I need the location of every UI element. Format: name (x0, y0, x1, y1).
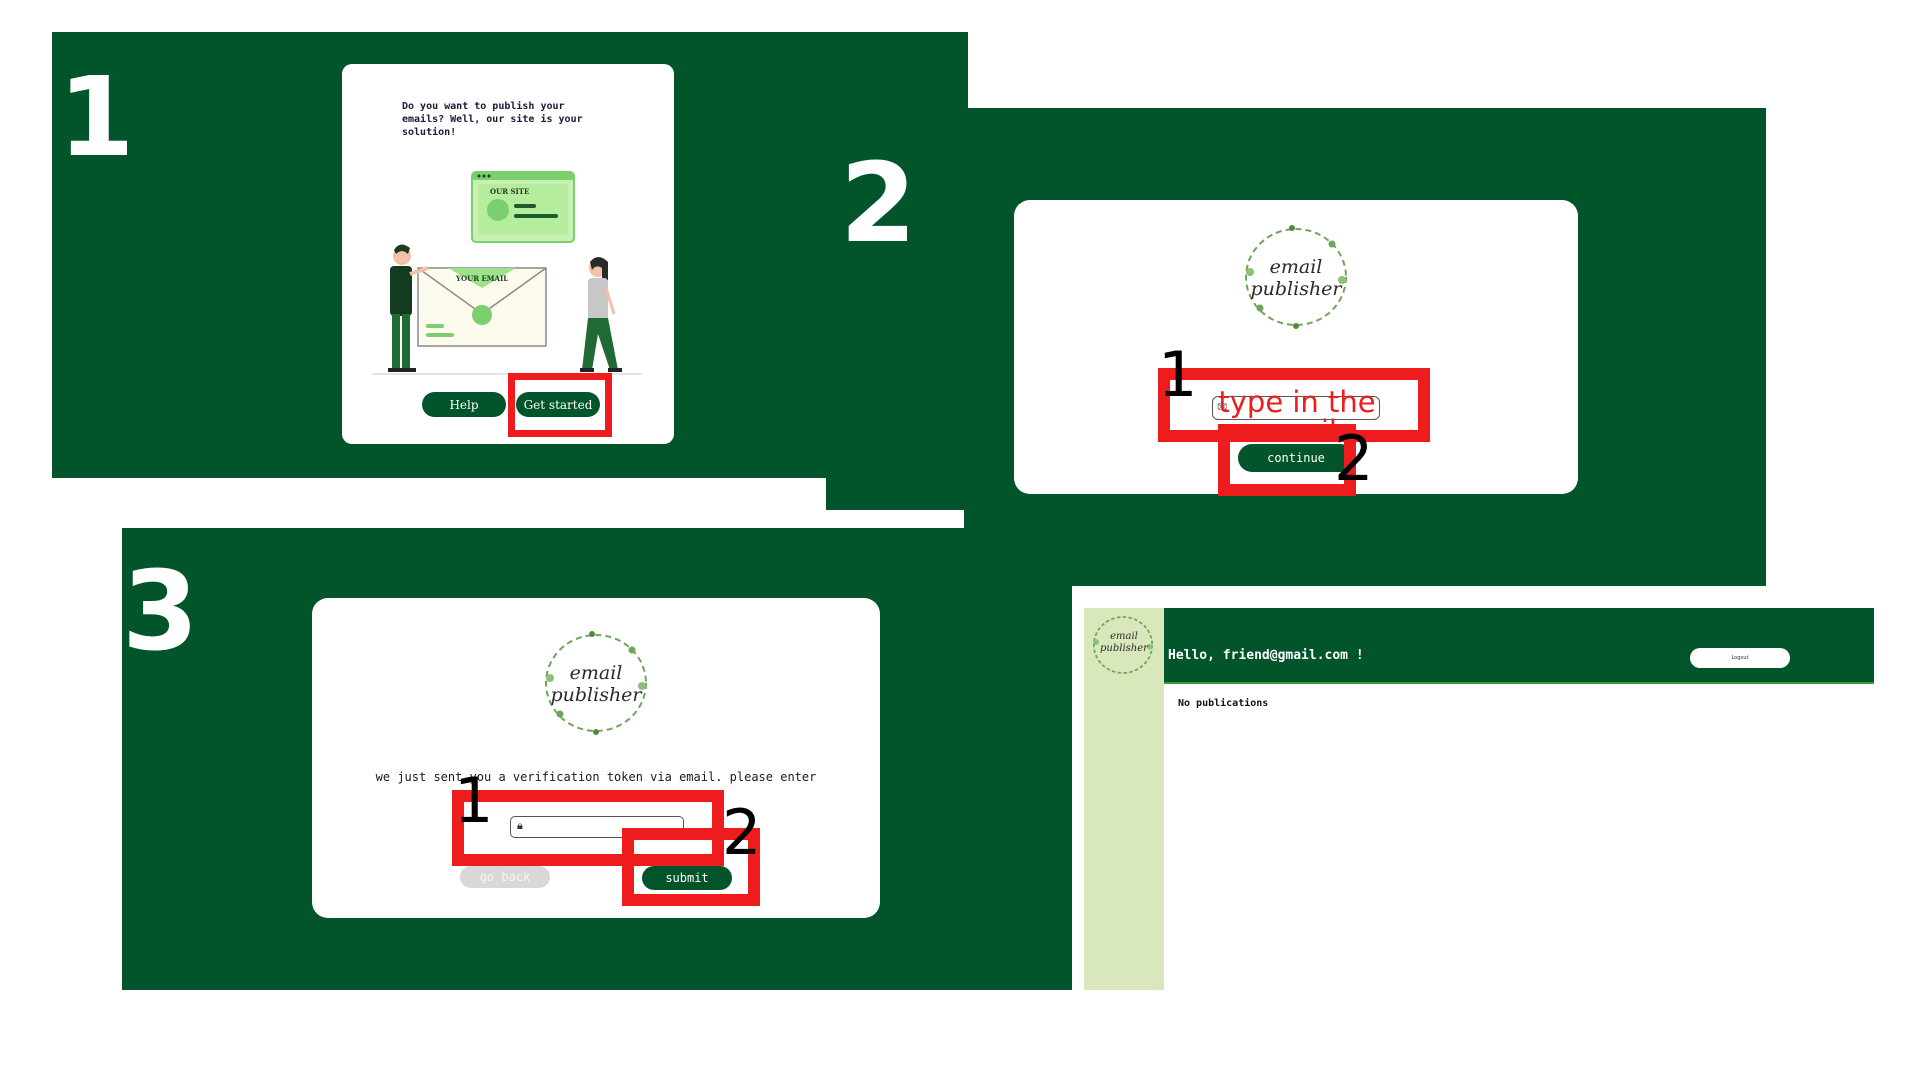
logo-text-line2: publisher (1100, 643, 1148, 654)
step-number-2: 2 (840, 139, 917, 267)
dashboard-panel: email publisher Hello, friend@gmail.com … (1084, 608, 1874, 990)
token-input-annotation: 1 (454, 764, 494, 837)
logo-text-line1: email (1110, 631, 1138, 642)
dashboard-header (1164, 608, 1874, 684)
submit-annotation: 2 (722, 796, 762, 869)
logout-button[interactable]: Logout (1690, 648, 1790, 668)
help-button[interactable]: Help (422, 392, 506, 417)
logo-text-line1: email (1269, 256, 1323, 278)
logo-text-line1: email (569, 662, 623, 684)
site-illustration-label: OUR SITE (490, 187, 530, 196)
logo-text-line2: publisher (1250, 278, 1342, 300)
logo-text-line2: publisher (550, 684, 642, 706)
panel-3-card: email publisher we just sent you a verif… (312, 598, 880, 918)
step-number-3: 3 (122, 547, 199, 675)
go-back-button[interactable]: go back (460, 866, 550, 888)
email-input-annotation: 1 (1158, 338, 1198, 411)
panel-2-background-extension (826, 476, 966, 510)
get-started-highlight (508, 373, 612, 437)
continue-annotation: 2 (1334, 422, 1374, 495)
intro-text: Do you want to publish your emails? Well… (402, 101, 583, 138)
greeting-text: Hello, friend@gmail.com ! (1168, 648, 1364, 663)
no-publications-text: No publications (1178, 698, 1269, 709)
envelope-illustration-label: YOUR EMAIL (456, 274, 509, 283)
verification-message: we just sent you a verification token vi… (375, 770, 817, 784)
step-number-1: 1 (58, 53, 135, 181)
